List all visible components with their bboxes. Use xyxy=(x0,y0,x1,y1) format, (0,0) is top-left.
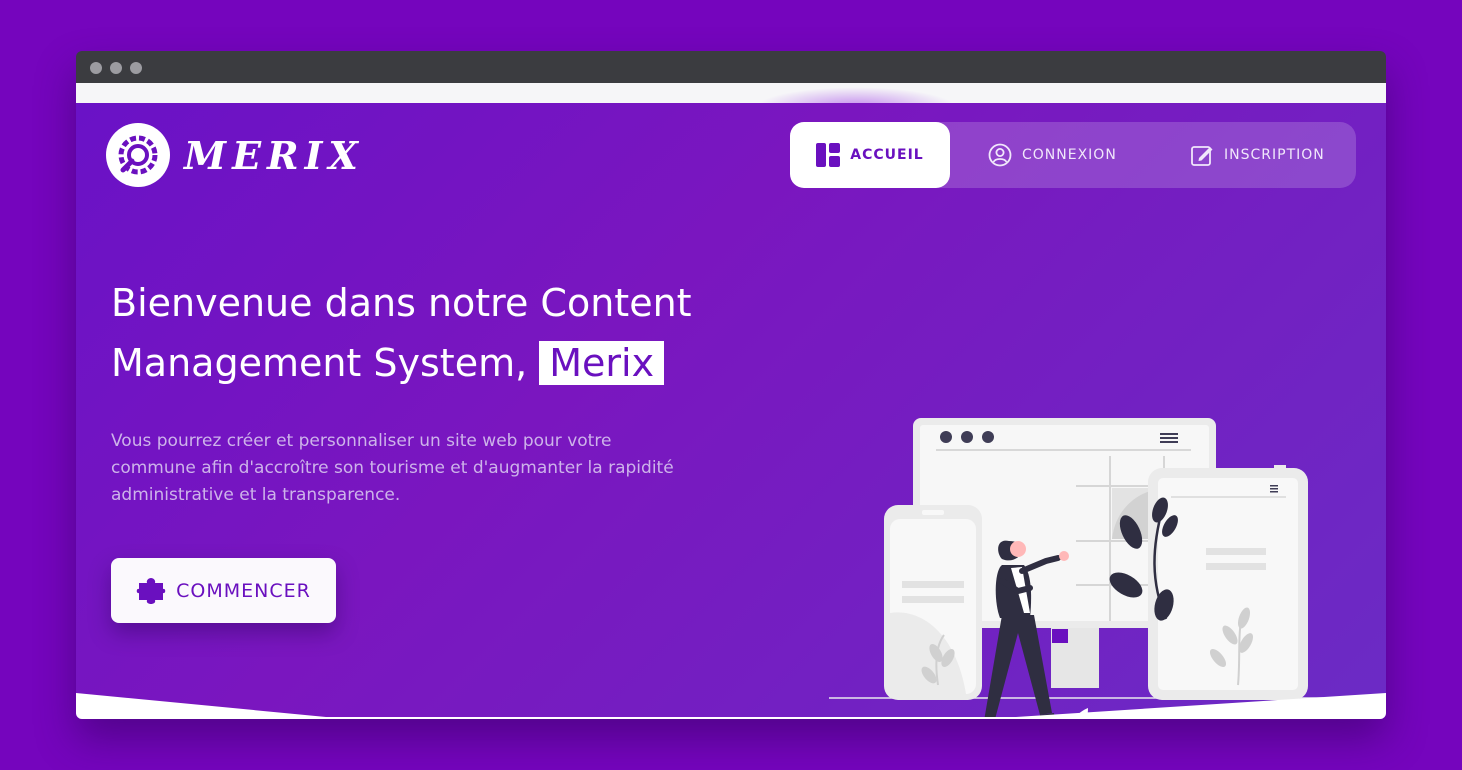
dashboard-icon xyxy=(816,143,841,167)
window-titlebar xyxy=(76,51,1386,83)
main-nav: ACCUEIL CONNEXION INSCRIPTION xyxy=(790,122,1356,188)
nav-item-accueil[interactable]: ACCUEIL xyxy=(790,122,950,188)
window-control-dot[interactable] xyxy=(130,62,142,74)
start-button[interactable]: COMMENCER xyxy=(111,558,336,623)
hero-description: Vous pourrez créer et personnaliser un s… xyxy=(111,431,674,505)
hero-title-highlight: Merix xyxy=(539,341,665,385)
hero-section: MERIX ACCUEIL CONNEXION INSCRIPTION Bien… xyxy=(76,103,1386,719)
hero-title-line2: Management System, xyxy=(111,341,540,385)
hero-title: Bienvenue dans notre Content Management … xyxy=(111,273,692,393)
brand-logo[interactable]: MERIX xyxy=(106,123,364,187)
browser-window: MERIX ACCUEIL CONNEXION INSCRIPTION Bien… xyxy=(76,51,1386,719)
edit-icon xyxy=(1191,146,1213,166)
window-control-dot[interactable] xyxy=(90,62,102,74)
brand-name: MERIX xyxy=(184,132,364,178)
nav-item-label: INSCRIPTION xyxy=(1224,147,1325,163)
user-circle-icon xyxy=(988,143,1012,167)
start-button-label: COMMENCER xyxy=(176,579,311,602)
site-header: MERIX ACCUEIL CONNEXION INSCRIPTION xyxy=(76,103,1386,207)
address-bar xyxy=(76,83,1386,127)
puzzle-icon xyxy=(136,577,166,604)
nav-item-inscription[interactable]: INSCRIPTION xyxy=(1190,122,1325,188)
nav-item-connexion[interactable]: CONNEXION xyxy=(988,122,1117,188)
wrench-gear-icon xyxy=(106,123,170,187)
nav-item-label: ACCUEIL xyxy=(850,147,924,163)
hero-title-line1: Bienvenue dans notre Content xyxy=(111,281,692,325)
nav-item-label: CONNEXION xyxy=(1022,147,1117,163)
bottom-wave xyxy=(76,693,1386,719)
window-control-dot[interactable] xyxy=(110,62,122,74)
devices-illustration xyxy=(829,418,1323,719)
